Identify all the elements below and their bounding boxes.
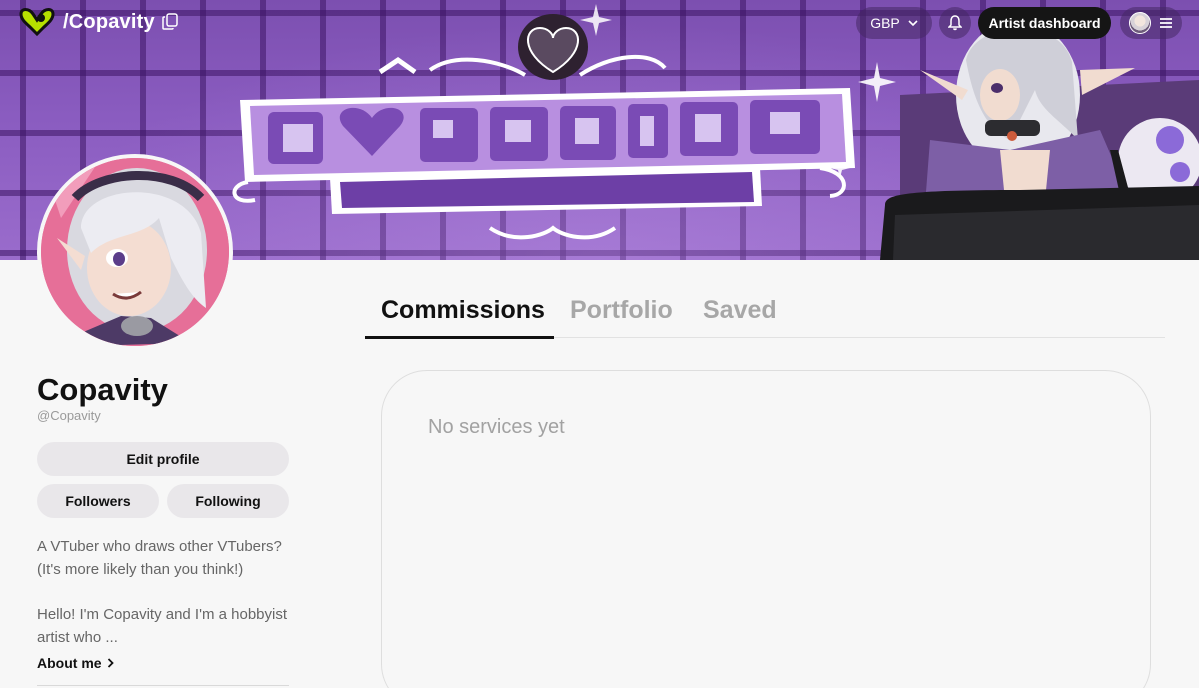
user-menu-button[interactable] — [1120, 7, 1182, 39]
chevron-down-icon — [908, 20, 918, 27]
chevron-right-icon — [107, 658, 114, 668]
bio-tagline: A VTuber who draws other VTubers? (It's … — [37, 538, 282, 578]
about-me-link[interactable]: About me — [37, 655, 114, 671]
profile-tabs: Commissions Portfolio Saved — [365, 294, 1165, 339]
menu-icon — [1160, 18, 1172, 28]
about-me-label: About me — [37, 655, 102, 671]
edit-profile-button[interactable]: Edit profile — [37, 442, 289, 476]
display-name: Copavity — [37, 372, 168, 407]
followers-button[interactable]: Followers — [37, 484, 159, 518]
username: @Copavity — [37, 408, 101, 423]
artist-dashboard-button[interactable]: Artist dashboard — [978, 7, 1111, 39]
avatar — [1129, 12, 1151, 34]
profile-handle-title[interactable]: /Copavity — [63, 11, 155, 34]
currency-value: GBP — [870, 15, 900, 31]
empty-state-message: No services yet — [428, 416, 565, 438]
notifications-button[interactable] — [939, 7, 971, 39]
logo-icon[interactable] — [17, 6, 57, 36]
tab-commissions[interactable]: Commissions — [381, 296, 545, 325]
commissions-panel: No services yet — [381, 370, 1151, 688]
currency-selector[interactable]: GBP — [856, 7, 932, 39]
following-button[interactable]: Following — [167, 484, 289, 518]
bio-text: Hello! I'm Copavity and I'm a hobbyist a… — [37, 606, 288, 646]
active-tab-indicator — [365, 336, 554, 339]
profile-avatar[interactable] — [37, 154, 233, 350]
divider — [37, 685, 289, 686]
top-navigation-bar: /Copavity GBP Artist dashboard — [0, 0, 1199, 44]
copy-icon[interactable] — [162, 13, 178, 30]
bell-icon — [948, 15, 962, 31]
tab-portfolio[interactable]: Portfolio — [570, 296, 673, 325]
profile-avatar-artwork — [41, 158, 229, 346]
tab-saved[interactable]: Saved — [703, 296, 777, 325]
